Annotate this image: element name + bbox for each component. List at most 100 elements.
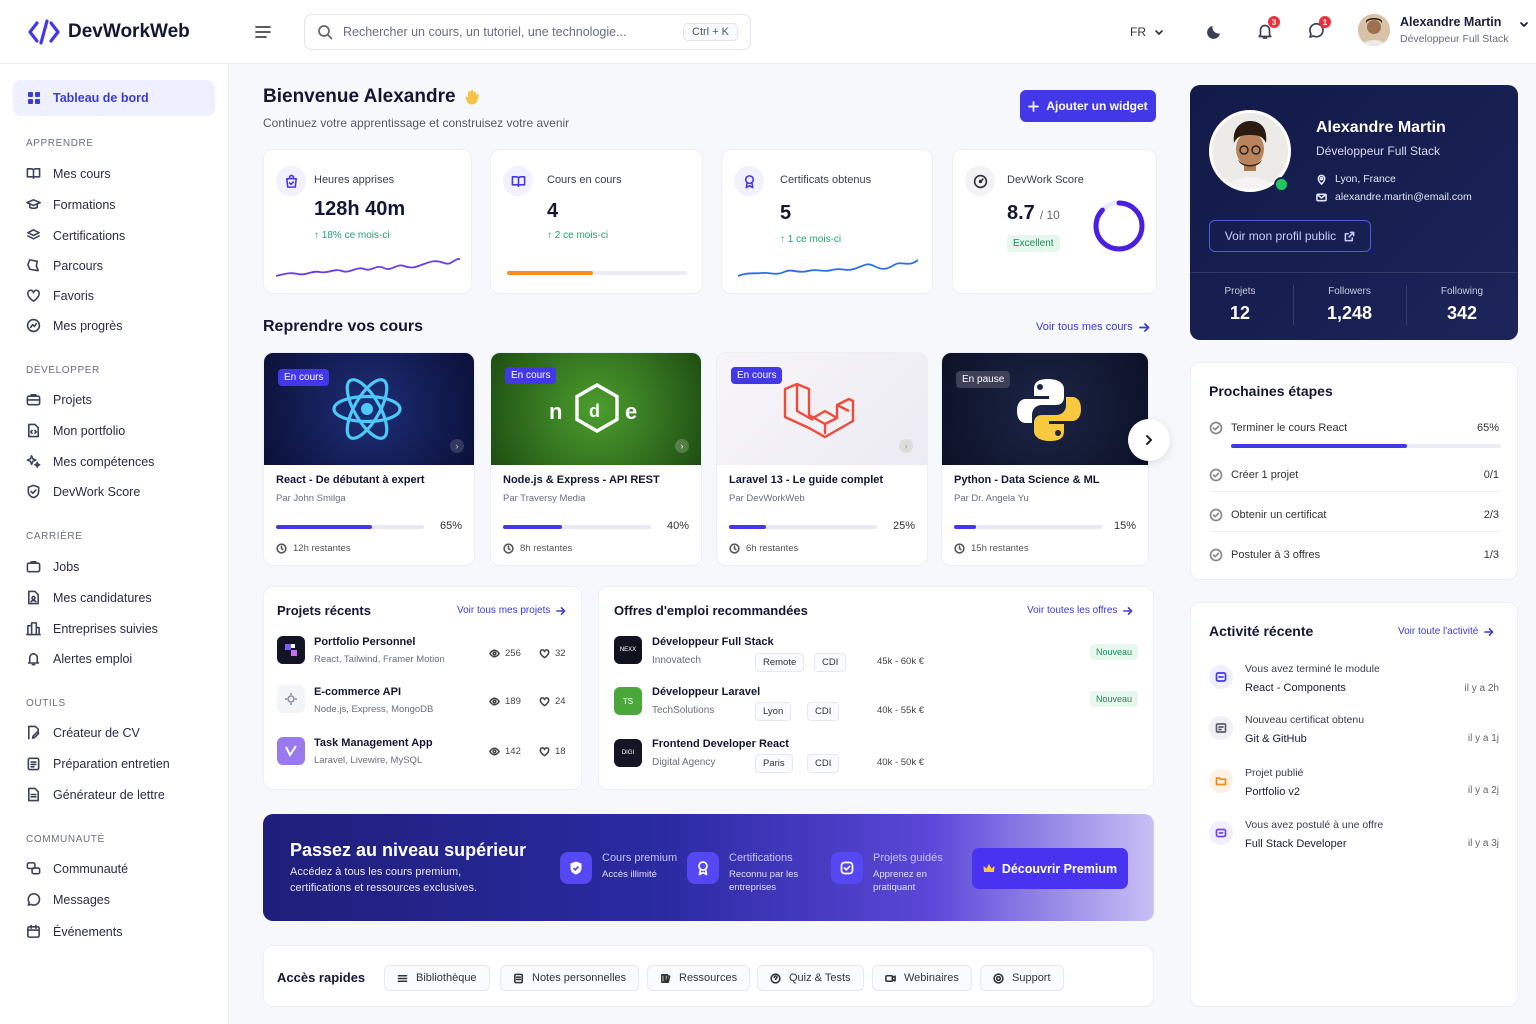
job-row[interactable]: Développeur Laravel TechSolutions bbox=[652, 686, 760, 716]
sidebar-item-favoris[interactable]: Favoris bbox=[26, 288, 94, 303]
quick-notes-button[interactable]: Notes personnelles bbox=[500, 965, 640, 991]
course-card-python[interactable]: En pause Python - Data Science & ML Par … bbox=[941, 352, 1149, 566]
profile-email-text: alexandre.martin@email.com bbox=[1335, 191, 1472, 203]
sidebar-item-jobs[interactable]: Jobs bbox=[26, 559, 79, 574]
check-circle-icon bbox=[1209, 421, 1223, 435]
sidebar-item-mes-cours[interactable]: Mes cours bbox=[26, 166, 111, 181]
activity-item[interactable]: Vous avez postulé à une offre Full Stack … bbox=[1209, 819, 1383, 850]
waving-hand-icon bbox=[465, 89, 479, 105]
project-thumb bbox=[277, 636, 305, 664]
project-row[interactable]: Portfolio Personnel React, Tailwind, Fram… bbox=[314, 636, 445, 665]
see-all-projects-link[interactable]: Voir tous mes projets bbox=[457, 605, 566, 616]
sidebar-item-evenements[interactable]: Événements bbox=[26, 924, 122, 939]
premium-feature-icon-wrap bbox=[831, 852, 863, 884]
sidebar-item-label: Mon portfolio bbox=[53, 423, 126, 438]
project-row[interactable]: E-commerce API Node.js, Express, MongoDB bbox=[314, 686, 433, 715]
sidebar-item-parcours[interactable]: Parcours bbox=[26, 258, 103, 273]
hours-sparkline bbox=[276, 258, 460, 277]
course-card-laravel[interactable]: › En cours Laravel 13 - Le guide complet… bbox=[716, 352, 928, 566]
sidebar-item-alertes-emploi[interactable]: Alertes emploi bbox=[26, 651, 132, 666]
sidebar-item-preparation-entretien[interactable]: Préparation entretien bbox=[26, 756, 170, 771]
sidebar-item-certifications[interactable]: Certifications bbox=[26, 228, 125, 243]
dark-mode-toggle[interactable] bbox=[1206, 22, 1224, 40]
project-row[interactable]: Task Management App Laravel, Livewire, My… bbox=[314, 737, 433, 766]
heart-icon bbox=[539, 697, 550, 707]
course-card-nodejs[interactable]: n d e › En cours Node.js & Express - API… bbox=[490, 352, 702, 566]
sidebar-item-label: Projets bbox=[53, 392, 92, 407]
quick-support-button[interactable]: Support bbox=[980, 965, 1064, 991]
file-code-icon bbox=[28, 423, 39, 438]
sidebar-item-mes-candidatures[interactable]: Mes candidatures bbox=[26, 590, 152, 605]
sidebar-item-formations[interactable]: Formations bbox=[26, 197, 116, 212]
sidebar-item-label: Parcours bbox=[53, 258, 104, 273]
sidebar-item-communaute[interactable]: Communauté bbox=[26, 861, 128, 876]
search-input[interactable] bbox=[343, 25, 674, 39]
notifications-button[interactable]: 3 bbox=[1256, 16, 1280, 40]
step-item[interactable]: Terminer le cours React bbox=[1209, 421, 1347, 435]
bell-icon bbox=[27, 653, 40, 666]
clipboard-list-icon bbox=[27, 757, 40, 771]
step-item[interactable]: Postuler à 3 offres bbox=[1209, 548, 1320, 562]
see-all-courses-link[interactable]: Voir tous mes cours bbox=[1036, 321, 1150, 333]
crown-icon bbox=[983, 864, 995, 872]
sidebar-item-devwork-score[interactable]: DevWork Score bbox=[26, 484, 140, 499]
step-progress-track bbox=[1231, 444, 1501, 448]
document-text-icon bbox=[28, 787, 39, 802]
see-all-activity-link[interactable]: Voir toute l'activité bbox=[1398, 626, 1494, 637]
messages-button[interactable]: 1 bbox=[1307, 16, 1331, 40]
stat-card-courses: Cours en cours 4 ↑ 2 ce mois-ci bbox=[490, 149, 703, 294]
quick-webinars-button[interactable]: Webinaires bbox=[872, 965, 972, 991]
course-card-react[interactable]: › En cours React - De débutant à expert … bbox=[263, 352, 475, 566]
sidebar-item-projets[interactable]: Projets bbox=[26, 392, 92, 407]
app-logo[interactable]: DevWorkWeb bbox=[28, 19, 190, 45]
projects-title: Projets récents bbox=[277, 603, 371, 618]
activity-item[interactable]: Nouveau certificat obtenu Git & GitHub bbox=[1209, 714, 1364, 745]
sidebar-item-generateur-lettre[interactable]: Générateur de lettre bbox=[26, 787, 165, 802]
sidebar-item-dashboard[interactable]: Tableau de bord bbox=[13, 80, 215, 116]
activity-time: il y a 1j bbox=[1467, 733, 1499, 744]
sidebar-item-label: Entreprises suivies bbox=[53, 621, 158, 636]
sidebar-item-messages[interactable]: Messages bbox=[26, 892, 110, 907]
stat-icon-wrap bbox=[965, 166, 995, 196]
step-item[interactable]: Créer 1 projet bbox=[1209, 468, 1298, 482]
sidebar-item-createur-cv[interactable]: Créateur de CV bbox=[26, 725, 140, 740]
premium-feature-icon-wrap bbox=[560, 852, 592, 884]
clock-icon bbox=[954, 543, 965, 554]
clock-icon bbox=[729, 543, 740, 554]
language-label: FR bbox=[1130, 25, 1146, 39]
project-thumb bbox=[277, 685, 305, 713]
activity-item[interactable]: Vous avez terminé le module React - Compo… bbox=[1209, 663, 1380, 694]
view-public-profile-button[interactable]: Voir mon profil public bbox=[1209, 220, 1371, 252]
job-location-pill: Paris bbox=[755, 754, 793, 773]
step-item[interactable]: Obtenir un certificat bbox=[1209, 508, 1326, 522]
send-icon bbox=[1215, 828, 1227, 838]
menu-toggle-button[interactable] bbox=[254, 24, 272, 40]
activity-time: il y a 2h bbox=[1464, 683, 1499, 694]
step-label: Postuler à 3 offres bbox=[1231, 549, 1321, 561]
language-selector[interactable]: FR bbox=[1130, 25, 1164, 39]
sidebar-item-mes-competences[interactable]: Mes compétences bbox=[26, 454, 154, 469]
arrow-right-icon bbox=[1123, 606, 1133, 615]
sidebar-item-mon-portfolio[interactable]: Mon portfolio bbox=[26, 423, 125, 438]
user-menu[interactable]: Alexandre Martin Développeur Full Stack bbox=[1358, 14, 1529, 46]
sidebar-item-entreprises-suivies[interactable]: Entreprises suivies bbox=[26, 621, 158, 636]
project-stack: Laravel, Livewire, MySQL bbox=[314, 755, 423, 766]
search-bar[interactable]: Ctrl + K bbox=[304, 14, 751, 50]
discover-premium-button[interactable]: Découvrir Premium bbox=[972, 848, 1128, 889]
online-status-dot bbox=[1274, 177, 1289, 192]
score-donut-arc bbox=[1093, 200, 1145, 252]
app-name: DevWorkWeb bbox=[68, 21, 190, 42]
activity-item[interactable]: Projet publié Portfolio v2 bbox=[1209, 767, 1303, 798]
jobs-title: Offres d'emploi recommandées bbox=[614, 603, 808, 618]
course-progress-fill bbox=[503, 525, 563, 529]
quick-resources-button[interactable]: Ressources bbox=[647, 965, 751, 991]
add-widget-button[interactable]: Ajouter un widget bbox=[1020, 90, 1156, 122]
course-progress-fill bbox=[276, 525, 373, 529]
section-title-outils: OUTILS bbox=[26, 698, 66, 709]
sidebar-item-mes-progres[interactable]: Mes progrès bbox=[26, 318, 122, 333]
quick-library-button[interactable]: Bibliothèque bbox=[384, 965, 490, 991]
arrow-right-icon bbox=[1138, 322, 1149, 332]
courses-next-button[interactable] bbox=[1128, 419, 1170, 461]
quick-quiz-button[interactable]: Quiz & Tests bbox=[757, 965, 864, 991]
see-all-jobs-link[interactable]: Voir toutes les offres bbox=[1027, 605, 1133, 616]
